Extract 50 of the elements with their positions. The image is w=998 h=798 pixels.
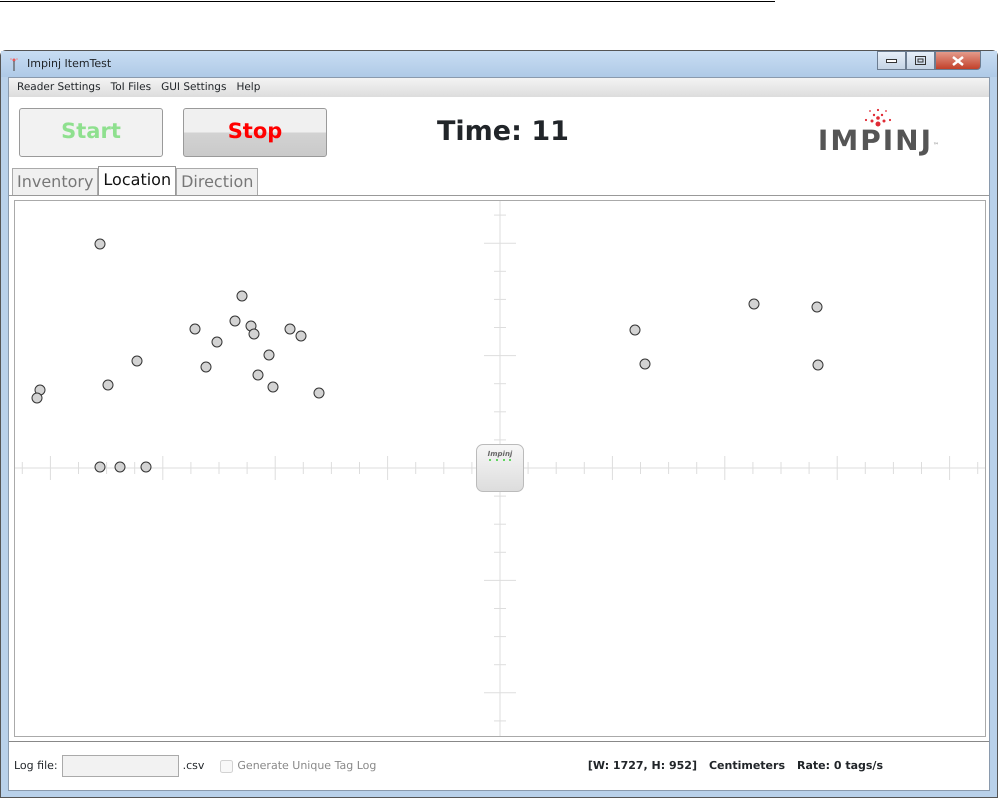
tab[interactable]: Location: [98, 166, 176, 195]
tag-marker[interactable]: [748, 298, 760, 310]
tag-marker[interactable]: [94, 238, 106, 250]
tag-marker[interactable]: [640, 358, 650, 370]
log-file-label: Log file:: [14, 758, 58, 774]
maximize-icon: [915, 56, 926, 65]
tag-marker[interactable]: [812, 360, 824, 370]
close-button[interactable]: [935, 51, 981, 70]
menu-item[interactable]: Reader Settings: [13, 80, 105, 96]
company-logo: IMPINJ$^{™}$: [818, 107, 939, 157]
tag-marker[interactable]: [132, 356, 142, 366]
antenna-icon: [9, 57, 19, 71]
unique-log-label: Generate Unique Tag Log: [237, 758, 376, 774]
tag-marker[interactable]: [284, 324, 296, 334]
tag-marker[interactable]: [102, 380, 114, 390]
tag-marker[interactable]: [268, 382, 278, 392]
canvas-dimensions: [W: 1727, H: 952]: [588, 758, 697, 774]
units-label: Centimeters: [708, 758, 785, 774]
tag-marker[interactable]: [212, 336, 222, 348]
tag-marker[interactable]: [236, 290, 248, 302]
tag-marker[interactable]: [32, 392, 42, 404]
tag-marker[interactable]: [296, 330, 306, 342]
tag-marker[interactable]: [264, 350, 274, 360]
minimize-icon: [886, 58, 897, 62]
tag-marker[interactable]: [812, 302, 822, 312]
tag-marker[interactable]: [114, 462, 126, 472]
log-file-field[interactable]: [62, 755, 179, 777]
tag-marker[interactable]: [230, 316, 240, 326]
elapsed-time: Time: 11: [437, 114, 569, 149]
stop-button[interactable]: Stop: [183, 108, 327, 156]
tag-rate: Rate: 0 tags/s: [797, 758, 883, 774]
maximize-button[interactable]: [906, 51, 935, 70]
file-extension: .csv: [182, 758, 204, 774]
tag-marker[interactable]: [140, 462, 152, 472]
tag-marker[interactable]: [200, 362, 212, 372]
menu-item[interactable]: Help: [232, 80, 264, 96]
tag-marker[interactable]: [190, 324, 200, 334]
tag-marker[interactable]: [248, 328, 260, 340]
status-lights-icon: [488, 458, 512, 462]
close-icon: [952, 56, 964, 66]
tag-marker[interactable]: [252, 370, 264, 380]
minimize-button[interactable]: [877, 51, 906, 70]
tag-marker[interactable]: [94, 462, 106, 472]
tag-marker[interactable]: [630, 324, 640, 336]
tag-marker[interactable]: [314, 388, 324, 398]
tab[interactable]: Inventory: [12, 168, 98, 195]
window-title: Impinj ItemTest: [27, 56, 112, 72]
menu-item[interactable]: GUI Settings: [157, 80, 230, 96]
menu-item[interactable]: ToI Files: [106, 80, 156, 96]
tab[interactable]: Direction: [176, 168, 258, 195]
